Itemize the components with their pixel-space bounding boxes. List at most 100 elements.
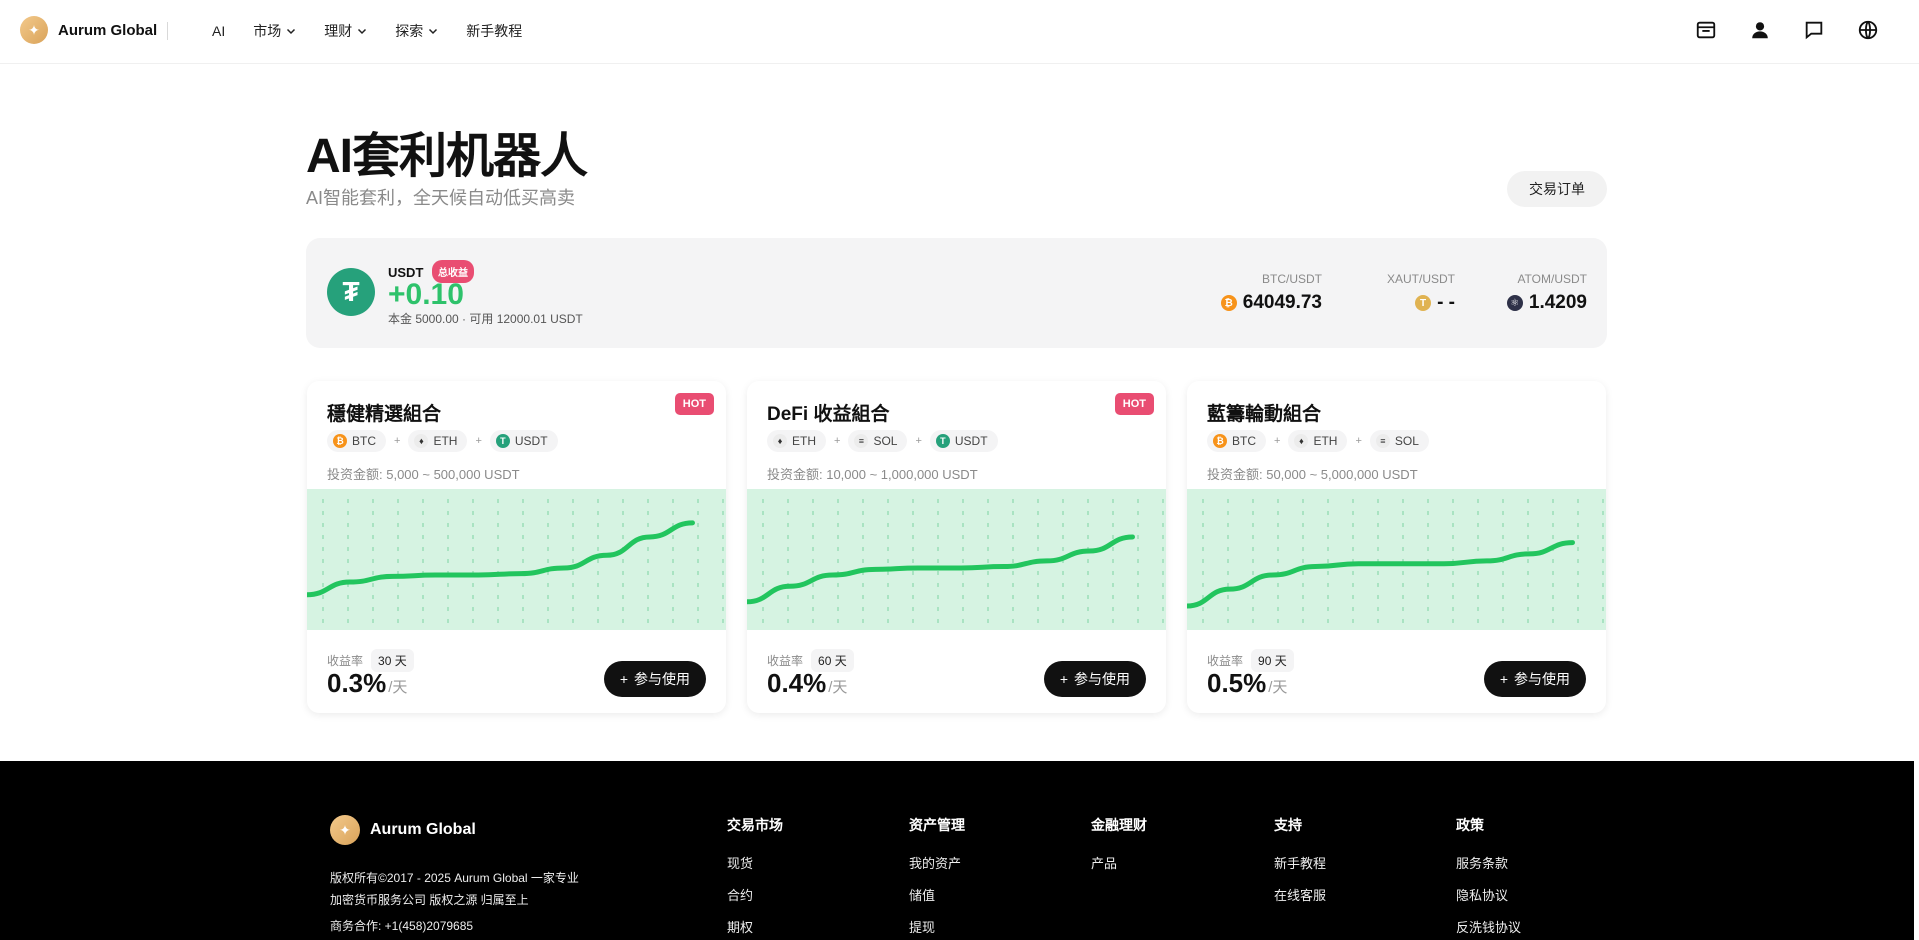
grid-dot xyxy=(837,523,839,527)
portfolio-card[interactable]: 穩健精選組合 HOT ₿ BTC + ♦ ETH + T USDT 投资金额: 5,000 ~ 50… xyxy=(307,381,726,713)
grid-dot xyxy=(372,511,374,515)
footer-link[interactable]: 合约 xyxy=(727,885,783,904)
footer-link[interactable]: 储值 xyxy=(909,885,965,904)
grid-dot xyxy=(912,523,914,527)
grid-dot xyxy=(1577,583,1579,587)
grid-dot xyxy=(1012,499,1014,503)
grid-dot xyxy=(937,499,939,503)
grid-dot xyxy=(1602,535,1604,539)
grid-dot xyxy=(572,619,574,623)
grid-dot xyxy=(647,571,649,575)
join-button-label: 参与使用 xyxy=(1074,671,1130,687)
grid-dot xyxy=(1087,559,1089,563)
yield-unit: /天 xyxy=(388,679,408,696)
grid-dot xyxy=(1477,535,1479,539)
grid-dot xyxy=(572,499,574,503)
join-button[interactable]: + 参与使用 xyxy=(1043,661,1146,697)
nav-item-3[interactable]: 探索 xyxy=(395,21,438,41)
grid-dot xyxy=(1087,619,1089,623)
grid-dot xyxy=(862,535,864,539)
brand-name: Aurum Global xyxy=(58,21,158,39)
ticker-price-row: T- - xyxy=(1387,292,1455,314)
plus-separator: + xyxy=(1274,435,1281,447)
grid-dot xyxy=(962,547,964,551)
grid-dot xyxy=(1087,535,1089,539)
grid-dot xyxy=(497,499,499,503)
footer-link[interactable]: 提现 xyxy=(909,917,965,936)
nav-item-1[interactable]: 市场 xyxy=(253,21,296,41)
footer-link[interactable]: 新手教程 xyxy=(1274,853,1326,872)
coin-label: SOL xyxy=(1394,434,1419,448)
coin-label: SOL xyxy=(873,434,898,448)
footer-link[interactable]: 现货 xyxy=(727,853,783,872)
grid-dot xyxy=(1012,571,1014,575)
grid-dot xyxy=(1402,595,1404,599)
grid-dot xyxy=(912,571,914,575)
grid-dot xyxy=(672,607,674,611)
grid-dot xyxy=(1552,607,1554,611)
grid-dot xyxy=(372,583,374,587)
ticker-1[interactable]: XAUT/USDT T - - xyxy=(1387,272,1455,314)
footer-link[interactable]: 服务条款 xyxy=(1456,853,1521,872)
atom-icon: ⚛ xyxy=(1506,295,1523,311)
nav-item-label: 理财 xyxy=(324,23,353,39)
grid-dot xyxy=(522,511,524,515)
join-button[interactable]: + 参与使用 xyxy=(1483,661,1586,697)
footer-link[interactable]: 我的资产 xyxy=(909,853,965,872)
grid-dot xyxy=(1012,595,1014,599)
grid-dot xyxy=(1302,535,1304,539)
grid-dot xyxy=(1252,607,1254,611)
footer-link[interactable]: 反洗钱协议 xyxy=(1456,917,1521,936)
grid-dot xyxy=(322,619,324,623)
grid-dot xyxy=(762,607,764,611)
grid-dot xyxy=(787,607,789,611)
trade-orders-button[interactable]: 交易订单 xyxy=(1507,171,1607,207)
grid-dot xyxy=(1037,595,1039,599)
grid-dot xyxy=(1302,583,1304,587)
user-icon[interactable] xyxy=(1749,19,1771,41)
grid-dot xyxy=(912,619,914,623)
nav-item-2[interactable]: 理财 xyxy=(324,21,367,41)
grid-dot xyxy=(987,571,989,575)
chat-icon[interactable] xyxy=(1803,19,1825,41)
footer-brand[interactable]: ✦ Aurum Global xyxy=(330,815,476,845)
grid-dot xyxy=(1252,499,1254,503)
globe-icon[interactable] xyxy=(1857,19,1879,41)
grid-dot xyxy=(522,559,524,563)
footer-link[interactable]: 在线客服 xyxy=(1274,885,1326,904)
footer-brand-name: Aurum Global xyxy=(370,821,476,838)
grid-dot xyxy=(837,547,839,551)
grid-dot xyxy=(1527,595,1529,599)
grid-dot xyxy=(1112,535,1114,539)
footer-link[interactable]: 期权 xyxy=(727,917,783,936)
grid-dot xyxy=(1452,583,1454,587)
footer-column: 政策 服务条款 隐私协议 反洗钱协议 xyxy=(1456,815,1521,940)
grid-dot xyxy=(447,559,449,563)
grid-dot xyxy=(1377,535,1379,539)
grid-dot xyxy=(1602,499,1604,503)
grid-dot xyxy=(862,583,864,587)
grid-dot xyxy=(322,535,324,539)
brand[interactable]: ✦ Aurum Global xyxy=(20,16,157,44)
grid-dot xyxy=(1352,607,1354,611)
trend-chart xyxy=(307,489,726,630)
grid-dot xyxy=(1087,571,1089,575)
grid-dot xyxy=(472,499,474,503)
grid-dot xyxy=(1502,523,1504,527)
grid-dot xyxy=(812,523,814,527)
portfolio-card[interactable]: DeFi 收益組合 HOT ♦ ETH + ≡ SOL + T USDT 投资金额: 10,000 … xyxy=(747,381,1166,713)
join-button[interactable]: + 参与使用 xyxy=(603,661,706,697)
footer-link[interactable]: 隐私协议 xyxy=(1456,885,1521,904)
portfolio-card[interactable]: 藍籌輪動組合 ₿ BTC + ♦ ETH + ≡ SOL 投资金额: 50,000 ~ 5,000… xyxy=(1187,381,1606,713)
footer-link[interactable]: 产品 xyxy=(1091,853,1147,872)
grid-dot xyxy=(1477,619,1479,623)
nav-item-0[interactable]: AI xyxy=(212,21,225,41)
grid-dot xyxy=(1377,511,1379,515)
grid-dot xyxy=(837,583,839,587)
nav-item-label: 新手教程 xyxy=(466,23,523,39)
ticker-2[interactable]: ATOM/USDT ⚛ 1.4209 xyxy=(1506,272,1587,314)
inbox-icon[interactable] xyxy=(1695,19,1717,41)
grid-dot xyxy=(1527,607,1529,611)
nav-item-4[interactable]: 新手教程 xyxy=(466,21,522,41)
ticker-0[interactable]: BTC/USDT ₿ 64049.73 xyxy=(1220,272,1322,314)
